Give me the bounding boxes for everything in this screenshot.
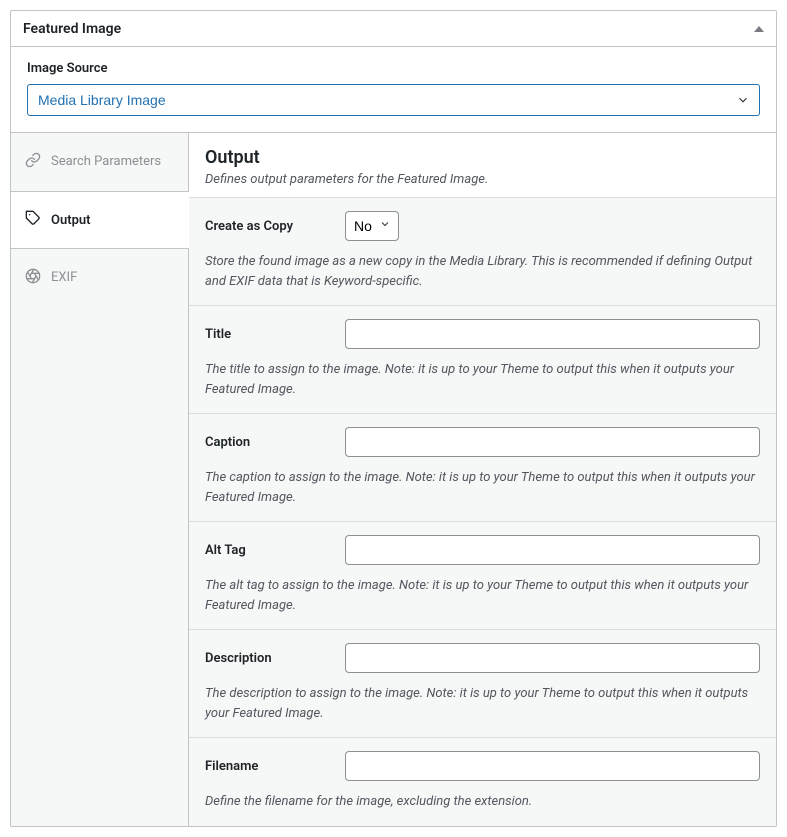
metabox-title: Featured Image bbox=[23, 21, 121, 37]
chevron-up-icon bbox=[754, 26, 764, 32]
featured-image-metabox: Featured Image Image Source Media Librar… bbox=[10, 10, 777, 827]
field-alt-tag: Alt Tag The alt tag to assign to the ima… bbox=[189, 521, 776, 629]
metabox-toggle[interactable] bbox=[754, 26, 764, 32]
tab-content-output: Output Defines output parameters for the… bbox=[189, 133, 776, 826]
tab-exif[interactable]: EXIF bbox=[11, 249, 188, 307]
image-source-select[interactable]: Media Library Image bbox=[27, 84, 760, 116]
create-as-copy-select[interactable]: No bbox=[345, 211, 399, 241]
tab-output[interactable]: Output bbox=[11, 191, 189, 249]
filename-input[interactable] bbox=[345, 751, 760, 781]
field-help: The title to assign to the image. Note: … bbox=[205, 360, 760, 399]
field-help: The alt tag to assign to the image. Note… bbox=[205, 576, 760, 615]
field-label: Description bbox=[205, 651, 345, 666]
field-label: Caption bbox=[205, 435, 345, 450]
field-label: Title bbox=[205, 327, 345, 342]
field-label: Filename bbox=[205, 759, 345, 774]
caption-input[interactable] bbox=[345, 427, 760, 457]
field-description: Description The description to assign to… bbox=[189, 629, 776, 737]
alt-tag-input[interactable] bbox=[345, 535, 760, 565]
panel-description: Defines output parameters for the Featur… bbox=[205, 172, 760, 187]
field-label: Alt Tag bbox=[205, 543, 345, 558]
description-input[interactable] bbox=[345, 643, 760, 673]
title-input[interactable] bbox=[345, 319, 760, 349]
panel-heading: Output bbox=[205, 147, 760, 168]
image-source-label: Image Source bbox=[27, 61, 760, 76]
link-icon bbox=[25, 152, 41, 172]
field-help: The caption to assign to the image. Note… bbox=[205, 468, 760, 507]
tab-label: Search Parameters bbox=[51, 154, 161, 169]
field-create-as-copy: Create as Copy No bbox=[189, 197, 776, 305]
tab-label: EXIF bbox=[51, 270, 77, 285]
tab-label: Output bbox=[51, 213, 91, 228]
field-help: The description to assign to the image. … bbox=[205, 684, 760, 723]
tabs-nav: Search Parameters Output EXIF bbox=[11, 133, 189, 826]
field-help: Store the found image as a new copy in t… bbox=[205, 252, 760, 291]
field-help: Define the filename for the image, exclu… bbox=[205, 792, 760, 812]
field-filename: Filename Define the filename for the ima… bbox=[189, 737, 776, 826]
image-source-section: Image Source Media Library Image bbox=[11, 47, 776, 133]
metabox-header: Featured Image bbox=[11, 11, 776, 47]
field-caption: Caption The caption to assign to the ima… bbox=[189, 413, 776, 521]
aperture-icon bbox=[25, 268, 41, 288]
tag-icon bbox=[25, 210, 41, 230]
tab-search-parameters[interactable]: Search Parameters bbox=[11, 133, 188, 191]
field-label: Create as Copy bbox=[205, 219, 345, 234]
field-title: Title The title to assign to the image. … bbox=[189, 305, 776, 413]
